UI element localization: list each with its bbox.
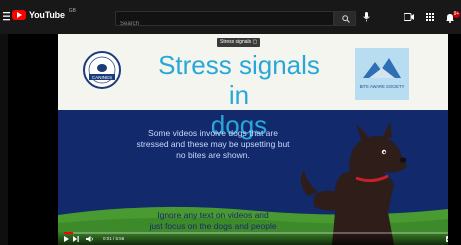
search-input[interactable] — [116, 17, 333, 31]
youtube-logo[interactable]: YouTube GB — [12, 8, 76, 20]
volume-icon[interactable] — [86, 236, 94, 242]
youtube-wordmark: YouTube — [29, 10, 65, 20]
hamburger-menu-icon[interactable] — [3, 12, 10, 21]
cartoon-dog-illustration — [300, 122, 407, 245]
notification-badge: 9+ — [453, 11, 460, 18]
overlay-chip-label: Stress signals — [220, 39, 252, 45]
player-controls: 0:01 / 5:56 — [58, 231, 448, 245]
left-logo-caption: CANINES — [92, 75, 112, 80]
progress-bar-played — [64, 232, 73, 234]
overlay-chip-icon: ▢ — [252, 39, 258, 45]
slide-title-line-1: Stress signals in — [158, 50, 320, 110]
right-logo-caption: BITE AWARE SOCIETY — [360, 84, 405, 89]
search-button[interactable] — [334, 11, 356, 26]
subtitles-icon[interactable] — [446, 236, 448, 242]
progress-bar[interactable] — [64, 232, 448, 234]
region-code: GB — [68, 8, 76, 14]
next-icon[interactable] — [73, 236, 79, 242]
time-display: 0:01 / 5:56 — [103, 236, 125, 241]
bite-aware-society-logo: BITE AWARE SOCIETY — [355, 48, 409, 100]
create-video-icon[interactable] — [404, 13, 414, 21]
search-icon — [342, 15, 350, 23]
youtube-play-icon — [12, 10, 26, 20]
video-overlay-chip[interactable]: Stress signals ▢ — [217, 38, 261, 47]
apps-grid-icon[interactable] — [426, 13, 434, 21]
video-player[interactable]: CANINES Stress signals in dogs BITE AWAR… — [8, 34, 461, 245]
youtube-header: YouTube GB 9+ — [0, 0, 461, 34]
video-frame: CANINES Stress signals in dogs BITE AWAR… — [58, 34, 448, 245]
canines-badge-logo: CANINES — [83, 51, 121, 89]
microphone-icon[interactable] — [363, 12, 370, 22]
search-box[interactable] — [115, 11, 334, 31]
play-icon[interactable] — [64, 236, 69, 242]
